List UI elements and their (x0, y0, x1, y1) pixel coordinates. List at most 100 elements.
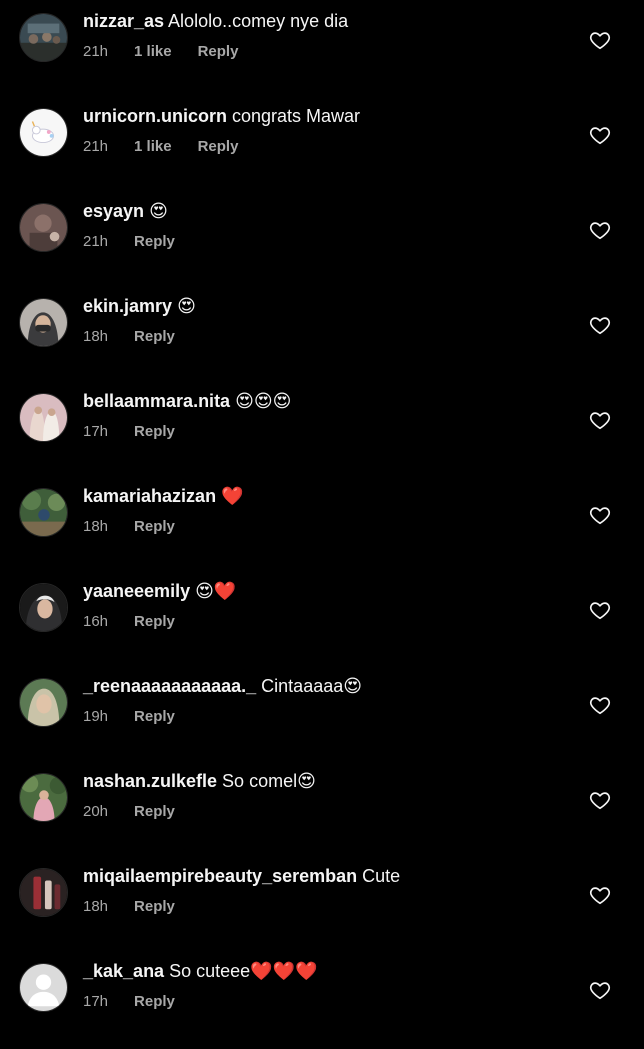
like-heart-icon[interactable] (589, 979, 611, 1001)
like-heart-icon[interactable] (589, 314, 611, 336)
comment-text-line: yaaneeemily 😍❤️ (83, 579, 564, 604)
comment-time: 19h (83, 708, 109, 725)
comment-emoji: 😍❤️ (195, 581, 237, 602)
comment-username[interactable]: esyayn (83, 201, 144, 221)
comment-username[interactable]: urnicorn.unicorn (83, 106, 227, 126)
avatar[interactable] (19, 108, 68, 157)
comment-username[interactable]: _reenaaaaaaaaaaa._ (83, 676, 256, 696)
comment-text-line: miqailaempirebeauty_seremban Cute (83, 864, 564, 889)
like-heart-icon[interactable] (589, 884, 611, 906)
comment-username[interactable]: nashan.zulkefle (83, 771, 217, 791)
like-heart-icon[interactable] (589, 409, 611, 431)
reply-button[interactable]: Reply (198, 138, 239, 155)
like-heart-icon[interactable] (589, 789, 611, 811)
reply-button[interactable]: Reply (134, 233, 175, 250)
comment-body: congrats Mawar (227, 106, 361, 126)
comment-text-line: kamariahazizan ❤️ (83, 484, 564, 509)
comment-emoji: 😍 (177, 296, 196, 317)
avatar[interactable] (19, 583, 68, 632)
comment-item: esyayn 😍 21h Reply (0, 194, 644, 289)
avatar[interactable] (19, 488, 68, 537)
comment-item: nashan.zulkefle So comel😍 20h Reply (0, 764, 644, 859)
comment-like-count[interactable]: 1 like (134, 43, 172, 60)
like-heart-icon[interactable] (589, 219, 611, 241)
comments-list: nizzar_as Alololo..comey nye dia 21h 1 li… (0, 0, 644, 1024)
comment-time: 21h (83, 138, 109, 155)
avatar[interactable] (19, 298, 68, 347)
comment-body: Cute (357, 866, 401, 886)
avatar[interactable] (19, 203, 68, 252)
avatar[interactable] (19, 868, 68, 917)
reply-button[interactable]: Reply (134, 803, 175, 820)
reply-button[interactable]: Reply (134, 708, 175, 725)
comment-emoji: 😍😍😍 (235, 391, 292, 412)
comment-username[interactable]: yaaneeemily (83, 581, 190, 601)
comment-text-line: nizzar_as Alololo..comey nye dia (83, 9, 564, 34)
comment-item: yaaneeemily 😍❤️ 16h Reply (0, 574, 644, 669)
reply-button[interactable]: Reply (134, 613, 175, 630)
comment-body: Cintaaaaa (256, 676, 344, 696)
comment-time: 20h (83, 803, 109, 820)
comment-meta: 19h Reply (83, 708, 175, 726)
like-heart-icon[interactable] (589, 694, 611, 716)
comment-meta: 18h Reply (83, 328, 175, 346)
comment-username[interactable]: kamariahazizan (83, 486, 216, 506)
comment-meta: 16h Reply (83, 613, 175, 631)
avatar[interactable] (19, 393, 68, 442)
like-heart-icon[interactable] (589, 29, 611, 51)
comment-time: 18h (83, 328, 109, 345)
comment-time: 18h (83, 898, 109, 915)
comment-item: _kak_ana So cuteee❤️❤️❤️ 17h Reply (0, 954, 644, 1049)
avatar[interactable] (19, 773, 68, 822)
comment-text-line: esyayn 😍 (83, 199, 564, 224)
comment-item: _reenaaaaaaaaaaa._ Cintaaaaa😍 19h Reply (0, 669, 644, 764)
reply-button[interactable]: Reply (134, 518, 175, 535)
reply-button[interactable]: Reply (198, 43, 239, 60)
comment-body: So cuteee (164, 961, 251, 981)
comment-body: Alololo..comey nye dia (164, 11, 349, 31)
comment-meta: 20h Reply (83, 803, 175, 821)
reply-button[interactable]: Reply (134, 423, 175, 440)
comment-text-line: _kak_ana So cuteee❤️❤️❤️ (83, 959, 564, 984)
like-heart-icon[interactable] (589, 599, 611, 621)
avatar[interactable] (19, 963, 68, 1012)
comment-meta: 18h Reply (83, 518, 175, 536)
comment-username[interactable]: miqailaempirebeauty_seremban (83, 866, 357, 886)
reply-button[interactable]: Reply (134, 993, 175, 1010)
comment-meta: 21h Reply (83, 233, 175, 251)
comment-item: kamariahazizan ❤️ 18h Reply (0, 479, 644, 574)
comment-text-line: _reenaaaaaaaaaaa._ Cintaaaaa😍 (83, 674, 564, 699)
comment-meta: 17h Reply (83, 423, 175, 441)
comment-emoji: ❤️ (221, 486, 244, 507)
like-heart-icon[interactable] (589, 504, 611, 526)
comment-emoji: ❤️❤️❤️ (250, 961, 318, 982)
comment-username[interactable]: nizzar_as (83, 11, 164, 31)
comment-time: 21h (83, 233, 109, 250)
comment-time: 21h (83, 43, 109, 60)
comment-text-line: urnicorn.unicorn congrats Mawar (83, 104, 564, 129)
comment-body: So comel (217, 771, 298, 791)
comment-meta: 21h 1 like Reply (83, 43, 238, 61)
reply-button[interactable]: Reply (134, 898, 175, 915)
comment-item: nizzar_as Alololo..comey nye dia 21h 1 li… (0, 4, 644, 99)
comment-text-line: nashan.zulkefle So comel😍 (83, 769, 564, 794)
comment-like-count[interactable]: 1 like (134, 138, 172, 155)
comment-time: 17h (83, 423, 109, 440)
comment-username[interactable]: ekin.jamry (83, 296, 172, 316)
comment-username[interactable]: bellaammara.nita (83, 391, 230, 411)
comment-item: ekin.jamry 😍 18h Reply (0, 289, 644, 384)
comment-text-line: bellaammara.nita 😍😍😍 (83, 389, 564, 414)
comment-time: 17h (83, 993, 109, 1010)
comment-time: 18h (83, 518, 109, 535)
reply-button[interactable]: Reply (134, 328, 175, 345)
comment-meta: 17h Reply (83, 993, 175, 1011)
comment-username[interactable]: _kak_ana (83, 961, 164, 981)
comment-time: 16h (83, 613, 109, 630)
avatar[interactable] (19, 13, 68, 62)
comment-emoji: 😍 (149, 201, 168, 222)
comment-meta: 21h 1 like Reply (83, 138, 238, 156)
avatar[interactable] (19, 678, 68, 727)
like-heart-icon[interactable] (589, 124, 611, 146)
comment-meta: 18h Reply (83, 898, 175, 916)
comment-emoji: 😍 (297, 771, 316, 792)
